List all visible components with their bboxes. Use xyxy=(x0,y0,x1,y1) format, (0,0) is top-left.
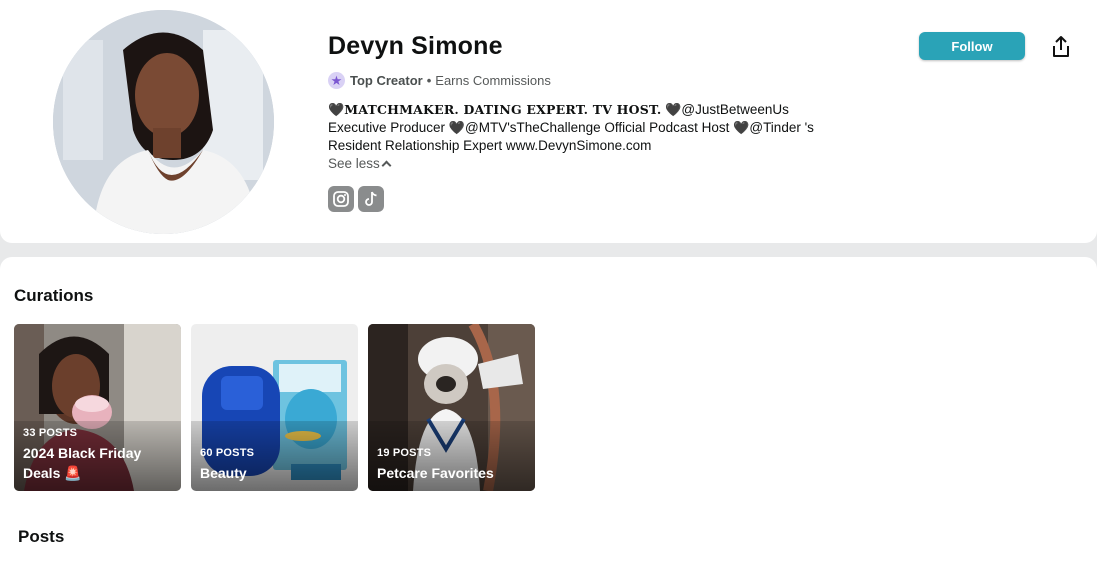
creator-meta: ★ Top Creator • Earns Commissions xyxy=(328,71,551,89)
curation-tile[interactable]: 60 POSTS Beauty xyxy=(191,324,358,491)
black-heart-icon: 🖤 xyxy=(733,120,750,135)
star-icon: ★ xyxy=(328,71,345,89)
profile-name: Devyn Simone xyxy=(328,32,503,60)
curation-tile[interactable]: 33 POSTS 2024 Black Friday Deals 🚨 xyxy=(14,324,181,491)
top-creator-badge: Top Creator xyxy=(350,72,423,88)
chevron-up-icon xyxy=(381,160,392,171)
tiktok-icon xyxy=(365,191,377,206)
tile-name-line-2: Deals 🚨 xyxy=(23,465,82,481)
content-section: Curations 33 POSTS 2024 Black Friday Dea… xyxy=(0,257,1097,567)
tile-name: 2024 Black Friday xyxy=(23,445,142,461)
avatar-photo xyxy=(53,10,274,234)
tile-name: Petcare Favorites xyxy=(377,465,494,481)
avatar[interactable] xyxy=(53,10,274,234)
black-heart-icon: 🖤 xyxy=(328,102,345,117)
tile-name: Beauty xyxy=(200,465,247,481)
profile-header: Devyn Simone ★ Top Creator • Earns Commi… xyxy=(0,0,1097,243)
tiktok-link[interactable] xyxy=(358,186,384,212)
share-icon xyxy=(1053,36,1069,57)
black-heart-icon: 🖤 xyxy=(665,102,682,117)
meta-separator: • xyxy=(426,72,432,88)
see-less-toggle[interactable]: See less xyxy=(328,156,392,171)
tile-post-count: 33 POSTS xyxy=(23,427,78,439)
black-heart-icon: 🖤 xyxy=(448,120,466,135)
profile-bio: 🖤MATCHMAKER. DATING EXPERT. TV HOST. 🖤@J… xyxy=(328,101,828,155)
bio-headline: MATCHMAKER. DATING EXPERT. TV HOST. xyxy=(344,102,662,117)
see-less-label: See less xyxy=(328,156,380,171)
bio-part-2: @MTV'sTheChallenge Official Podcast Host xyxy=(465,120,730,135)
tile-post-count: 60 POSTS xyxy=(200,447,255,459)
instagram-link[interactable] xyxy=(328,186,354,212)
instagram-icon xyxy=(333,191,349,207)
curation-tile[interactable]: 19 POSTS Petcare Favorites xyxy=(368,324,535,491)
curations-heading: Curations xyxy=(14,286,94,305)
follow-button[interactable]: Follow xyxy=(919,32,1025,60)
earns-commissions-label: Earns Commissions xyxy=(435,72,551,88)
tile-post-count: 19 POSTS xyxy=(377,447,432,459)
posts-heading: Posts xyxy=(18,527,65,546)
share-button[interactable] xyxy=(1049,34,1073,60)
